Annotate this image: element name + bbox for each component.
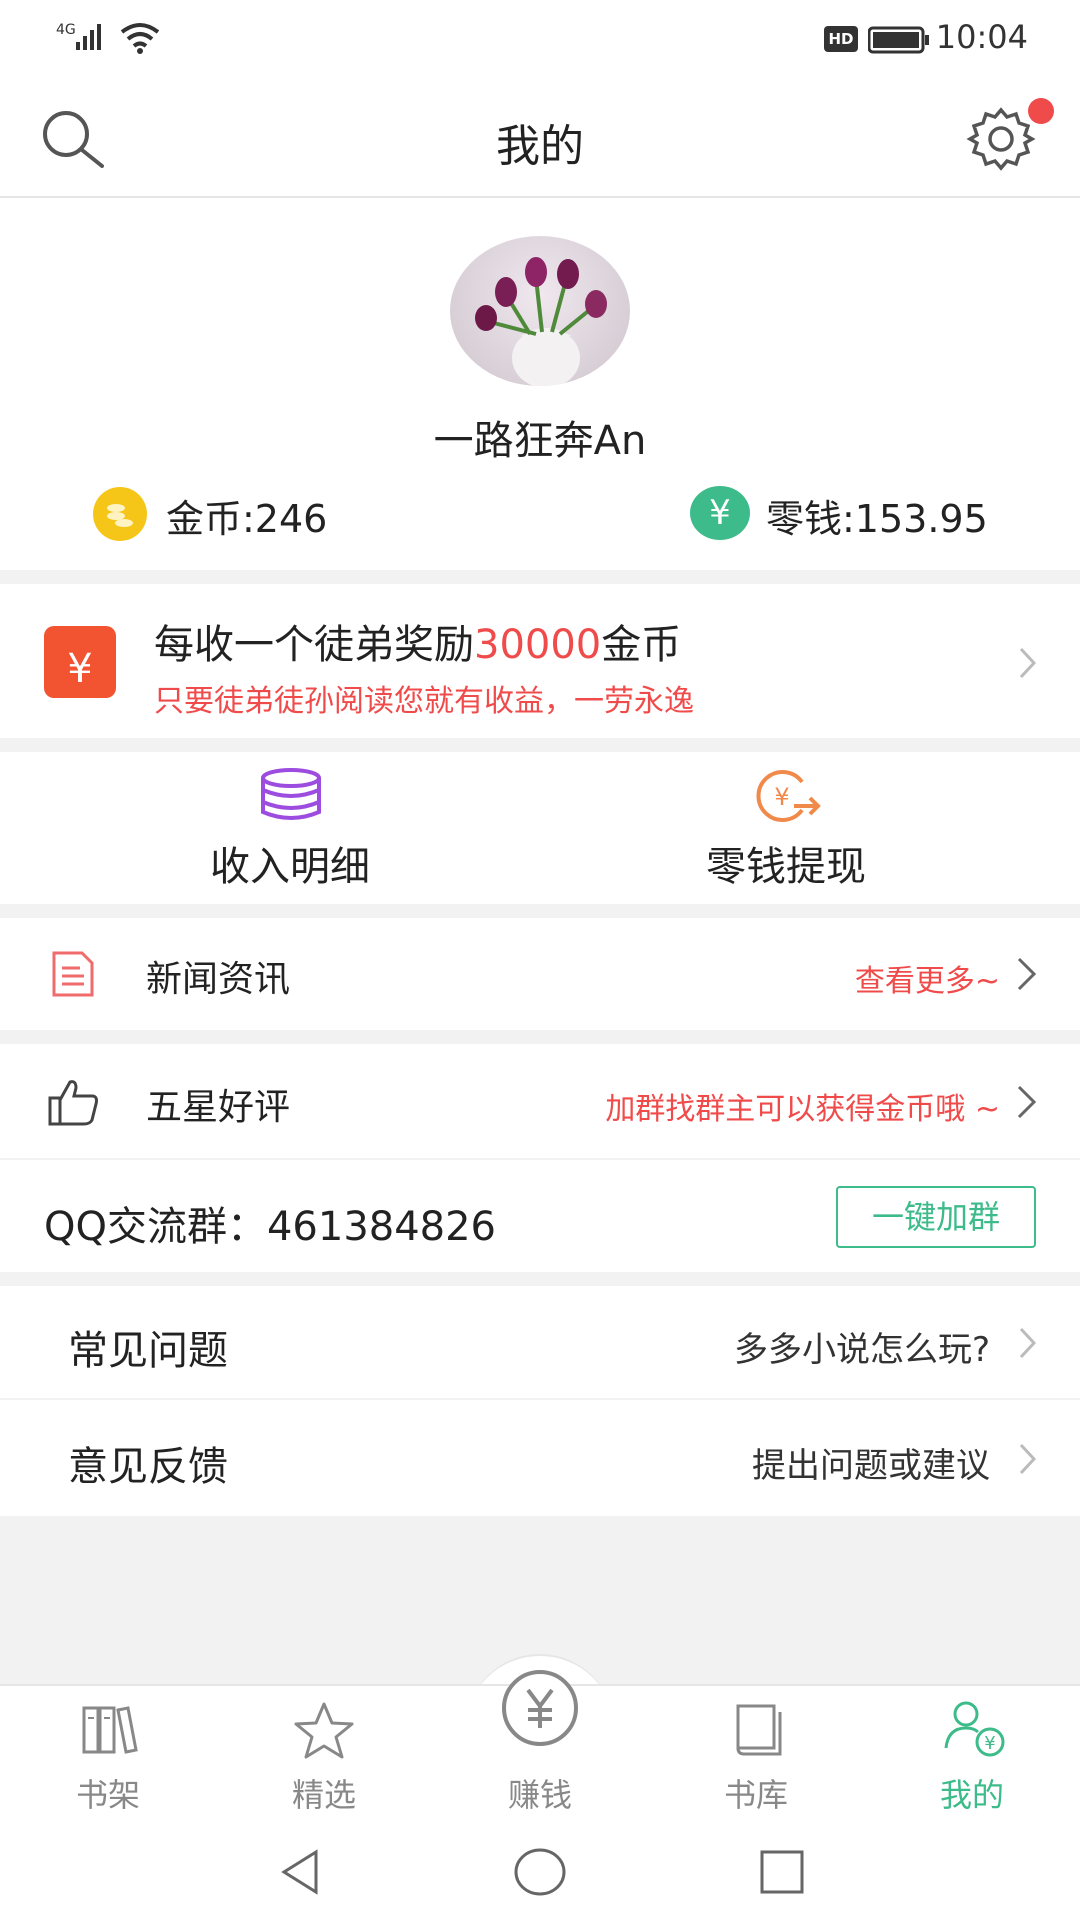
flower-vase-image [475,257,607,386]
feedback-hint: 提出问题或建议 [752,1446,990,1486]
join-group-button[interactable]: 一键加群 [836,1186,1036,1248]
recents-icon[interactable] [756,1846,808,1898]
signal-icon [76,24,101,50]
qq-group-label: QQ交流群：461384826 [44,1204,497,1250]
gear-icon[interactable] [966,104,1036,174]
qq-group-row: QQ交流群：461384826 一键加群 [0,1160,1080,1272]
rating-hint: 加群找群主可以获得金币哦 ~ [605,1092,1000,1127]
withdraw-label: 零钱提现 [706,844,866,890]
invite-banner[interactable]: ¥ 每收一个徒弟奖励30000金币 只要徒弟徒孙阅读您就有收益，一劳永逸 [0,584,1080,738]
nav-mine-label: 我的 [939,1776,1004,1814]
database-icon [261,768,321,820]
invite-subtitle: 只要徒弟徒孙阅读您就有收益，一劳永逸 [154,684,694,719]
back-icon[interactable] [276,1846,324,1898]
svg-text:¥: ¥ [774,783,789,811]
system-navigation [0,1826,1080,1920]
nav-earn[interactable]: 赚钱 [460,1670,620,1824]
faq-label: 常见问题 [68,1328,228,1374]
nav-library-label: 书库 [723,1776,788,1814]
clock: 10:04 [935,18,1028,56]
bookshelf-icon [82,1706,138,1754]
invite-title-prefix: 每收一个徒弟奖励 [154,622,474,668]
thumbs-up-icon [48,1080,98,1126]
rating-row[interactable]: 五星好评 加群找群主可以获得金币哦 ~ [0,1044,1080,1158]
invite-title-suffix: 金币 [601,622,682,668]
network-indicator: 4G [56,22,76,38]
home-icon[interactable] [512,1846,568,1898]
document-icon [52,951,94,997]
nav-featured[interactable]: 精选 [244,1694,404,1824]
hd-badge: HD [824,26,858,52]
withdraw-yuan-icon: ¥ [756,770,821,822]
username: 一路狂奔An [433,418,647,464]
feedback-label: 意见反馈 [68,1444,228,1490]
invite-reward-amount: 30000 [474,622,602,668]
faq-hint: 多多小说怎么玩? [733,1330,990,1370]
gold-coin-icon [93,487,147,541]
status-bar: 4G HD 10:04 [0,0,1080,80]
chevron-right-icon [1017,957,1037,991]
yuan-icon: ¥ [690,486,750,540]
bottom-navigation: 书架 精选 赚钱 书库 ¥ 我的 [0,1670,1080,1826]
nav-mine[interactable]: ¥ 我的 [892,1694,1052,1824]
chevron-right-icon [1019,1443,1037,1475]
top-bar: 我的 [0,80,1080,198]
nav-earn-label: 赚钱 [507,1776,572,1814]
wallet-actions: 收入明细 ¥ 零钱提现 [0,752,1080,904]
notification-dot [1028,98,1054,124]
invite-title: 每收一个徒弟奖励30000金币 [154,612,681,670]
rating-label: 五星好评 [146,1087,291,1128]
book-library-icon [736,1704,782,1756]
faq-row[interactable]: 常见问题 多多小说怎么玩? [0,1286,1080,1398]
nav-featured-label: 精选 [291,1776,356,1814]
income-detail-label: 收入明细 [210,844,370,890]
chevron-right-icon [1019,647,1037,679]
avatar[interactable] [450,236,630,386]
feedback-row[interactable]: 意见反馈 提出问题或建议 [0,1400,1080,1516]
news-more-link[interactable]: 查看更多~ [855,956,1000,1000]
coin-balance: 金币:246 [166,497,328,541]
star-icon [294,1702,354,1759]
wifi-icon [120,23,160,54]
red-envelope-icon: ¥ [44,626,116,698]
svg-text:¥: ¥ [984,1733,995,1754]
nav-library[interactable]: 书库 [676,1694,836,1824]
battery-icon [868,26,929,54]
nav-bookshelf-label: 书架 [75,1776,140,1814]
change-balance: 零钱:153.95 [766,497,988,541]
chevron-right-icon [1017,1085,1037,1119]
user-yuan-icon: ¥ [944,1701,1005,1757]
chevron-right-icon [1019,1327,1037,1359]
nav-bookshelf[interactable]: 书架 [28,1694,188,1824]
page-title: 我的 [496,121,584,172]
yuan-circle-icon [502,1670,578,1746]
news-row[interactable]: 新闻资讯 查看更多~ [0,918,1080,1030]
news-label: 新闻资讯 [146,959,291,1000]
profile-card: 一路狂奔An 金币:246 ¥ 零钱:153.95 [0,198,1080,570]
income-detail-button[interactable]: 收入明细 [140,768,440,898]
withdraw-button[interactable]: ¥ 零钱提现 [636,768,936,898]
